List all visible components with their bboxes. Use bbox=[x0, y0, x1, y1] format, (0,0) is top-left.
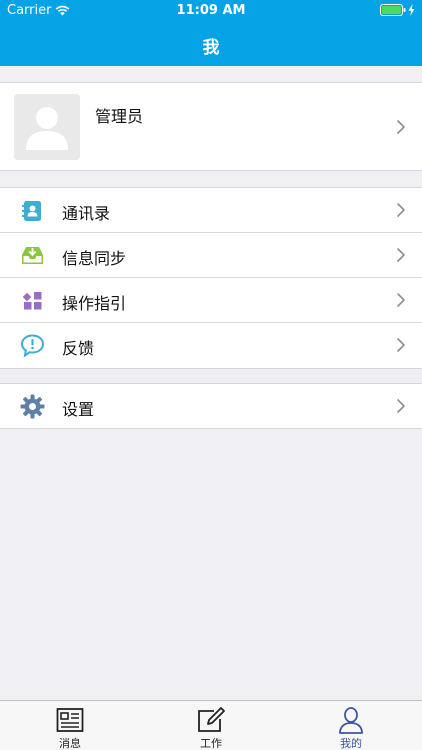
feedback-bubble-icon bbox=[20, 334, 45, 358]
contacts-icon bbox=[22, 201, 41, 221]
chevron-right-icon bbox=[397, 293, 405, 307]
page-title: 我 bbox=[202, 38, 220, 58]
menu-item-label: 信息同步 bbox=[62, 249, 127, 268]
gear-icon bbox=[20, 394, 45, 419]
profile-row[interactable]: 管理员 bbox=[0, 82, 422, 171]
tab-label: 我的 bbox=[340, 737, 362, 750]
grid-guide-icon bbox=[22, 292, 42, 310]
profile-name: 管理员 bbox=[95, 107, 144, 126]
tab-mine[interactable]: 我的 bbox=[281, 701, 421, 750]
menu-item-contacts[interactable]: 通讯录 bbox=[0, 188, 422, 233]
avatar[interactable] bbox=[14, 94, 80, 160]
person-icon bbox=[339, 707, 363, 734]
menu-group-primary: 通讯录 信息同步 操作指引 反馈 bbox=[0, 187, 422, 369]
menu-item-info-sync[interactable]: 信息同步 bbox=[0, 233, 422, 278]
status-time: 11:09 AM bbox=[176, 3, 246, 18]
menu-item-label: 反馈 bbox=[62, 339, 95, 358]
charging-bolt-icon bbox=[408, 4, 415, 16]
edit-icon bbox=[198, 707, 225, 732]
battery-indicator bbox=[380, 4, 415, 16]
menu-item-label: 设置 bbox=[62, 400, 95, 419]
tab-bar: 消息 工作 我的 bbox=[0, 700, 422, 750]
chevron-right-icon bbox=[397, 120, 405, 134]
chevron-right-icon bbox=[397, 399, 405, 413]
battery-icon bbox=[380, 4, 406, 16]
menu-item-guide[interactable]: 操作指引 bbox=[0, 278, 422, 323]
tab-label: 工作 bbox=[200, 737, 222, 750]
default-avatar-icon bbox=[26, 107, 68, 150]
tab-work[interactable]: 工作 bbox=[141, 701, 281, 750]
chevron-right-icon bbox=[397, 338, 405, 352]
chevron-right-icon bbox=[397, 203, 405, 217]
chevron-right-icon bbox=[397, 248, 405, 262]
menu-item-settings[interactable]: 设置 bbox=[0, 384, 422, 429]
tab-messages[interactable]: 消息 bbox=[0, 701, 140, 750]
status-bar: Carrier 11:09 AM bbox=[0, 0, 422, 22]
menu-item-label: 通讯录 bbox=[62, 204, 111, 223]
tab-label: 消息 bbox=[59, 737, 81, 750]
menu-group-settings: 设置 bbox=[0, 383, 422, 429]
menu-item-feedback[interactable]: 反馈 bbox=[0, 323, 422, 368]
navigation-header: Carrier 11:09 AM 我 bbox=[0, 0, 422, 66]
inbox-sync-icon bbox=[22, 247, 43, 264]
menu-item-label: 操作指引 bbox=[62, 294, 127, 313]
newspaper-icon bbox=[56, 708, 84, 732]
